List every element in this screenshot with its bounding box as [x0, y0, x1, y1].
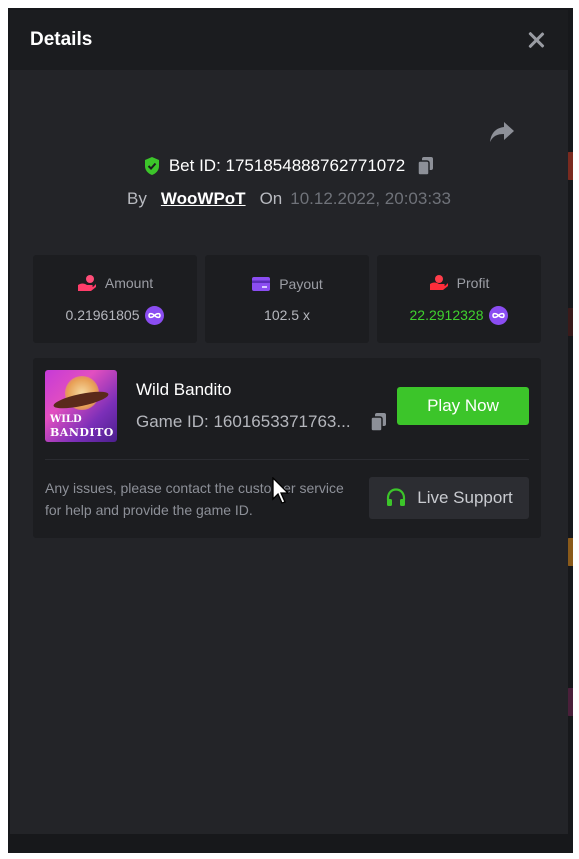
- bet-meta-row: By WooWPoT On 10.12.2022, 20:03:33: [10, 189, 568, 209]
- thumb-text-bottom: BANDITO: [50, 426, 114, 439]
- live-support-label: Live Support: [417, 488, 513, 507]
- by-label: By: [127, 189, 147, 208]
- close-icon[interactable]: [525, 29, 547, 51]
- profit-hand-icon: [429, 274, 448, 290]
- stats-row: Amount 0.21961805 Payout 102.5 x Profit …: [33, 255, 541, 343]
- game-card: WILD BANDITO Wild Bandito Game ID: 16016…: [33, 358, 541, 538]
- details-modal: Details Bet ID: 1751854888762771072 By W…: [10, 10, 568, 834]
- coin-icon: [145, 305, 165, 325]
- verified-shield-icon: [144, 157, 159, 175]
- on-label: On: [259, 189, 283, 208]
- stat-amount: Amount 0.21961805: [33, 255, 197, 343]
- share-icon[interactable]: [488, 120, 516, 144]
- bet-id: Bet ID: 1751854888762771072: [168, 156, 406, 175]
- game-id: Game ID: 1601653371763...: [136, 412, 351, 431]
- amount-hand-icon: [77, 274, 96, 291]
- game-thumbnail[interactable]: WILD BANDITO: [45, 370, 117, 442]
- copy-icon[interactable]: [417, 156, 435, 176]
- play-now-button[interactable]: Play Now: [397, 387, 529, 425]
- mouse-cursor-icon: [272, 477, 290, 504]
- thumb-text-top: WILD: [50, 414, 82, 425]
- copy-icon[interactable]: [370, 412, 388, 432]
- live-support-button[interactable]: Live Support: [369, 477, 529, 519]
- bet-id-row: Bet ID: 1751854888762771072: [10, 156, 568, 176]
- headset-icon: [387, 488, 406, 506]
- stat-value: 0.21961805: [65, 307, 140, 323]
- divider: [45, 459, 529, 460]
- modal-title: Details: [30, 29, 93, 50]
- stat-value: 22.2912328: [409, 307, 484, 323]
- user-link[interactable]: WooWPoT: [161, 189, 246, 209]
- stat-label: Profit: [456, 274, 490, 291]
- modal-header: Details: [10, 10, 568, 70]
- stat-label: Payout: [279, 276, 323, 292]
- card-icon: [252, 277, 271, 291]
- stat-value: 102.5 x: [264, 307, 310, 323]
- support-note: Any issues, please contact the customer …: [45, 480, 344, 518]
- stat-payout: Payout 102.5 x: [205, 255, 369, 343]
- bet-datetime: 10.12.2022, 20:03:33: [290, 189, 451, 208]
- game-name: Wild Bandito: [136, 380, 232, 399]
- stat-profit: Profit 22.2912328: [377, 255, 541, 343]
- coin-icon: [489, 305, 509, 325]
- stat-label: Amount: [104, 274, 154, 291]
- game-id-row: Game ID: 1601653371763...: [136, 412, 388, 432]
